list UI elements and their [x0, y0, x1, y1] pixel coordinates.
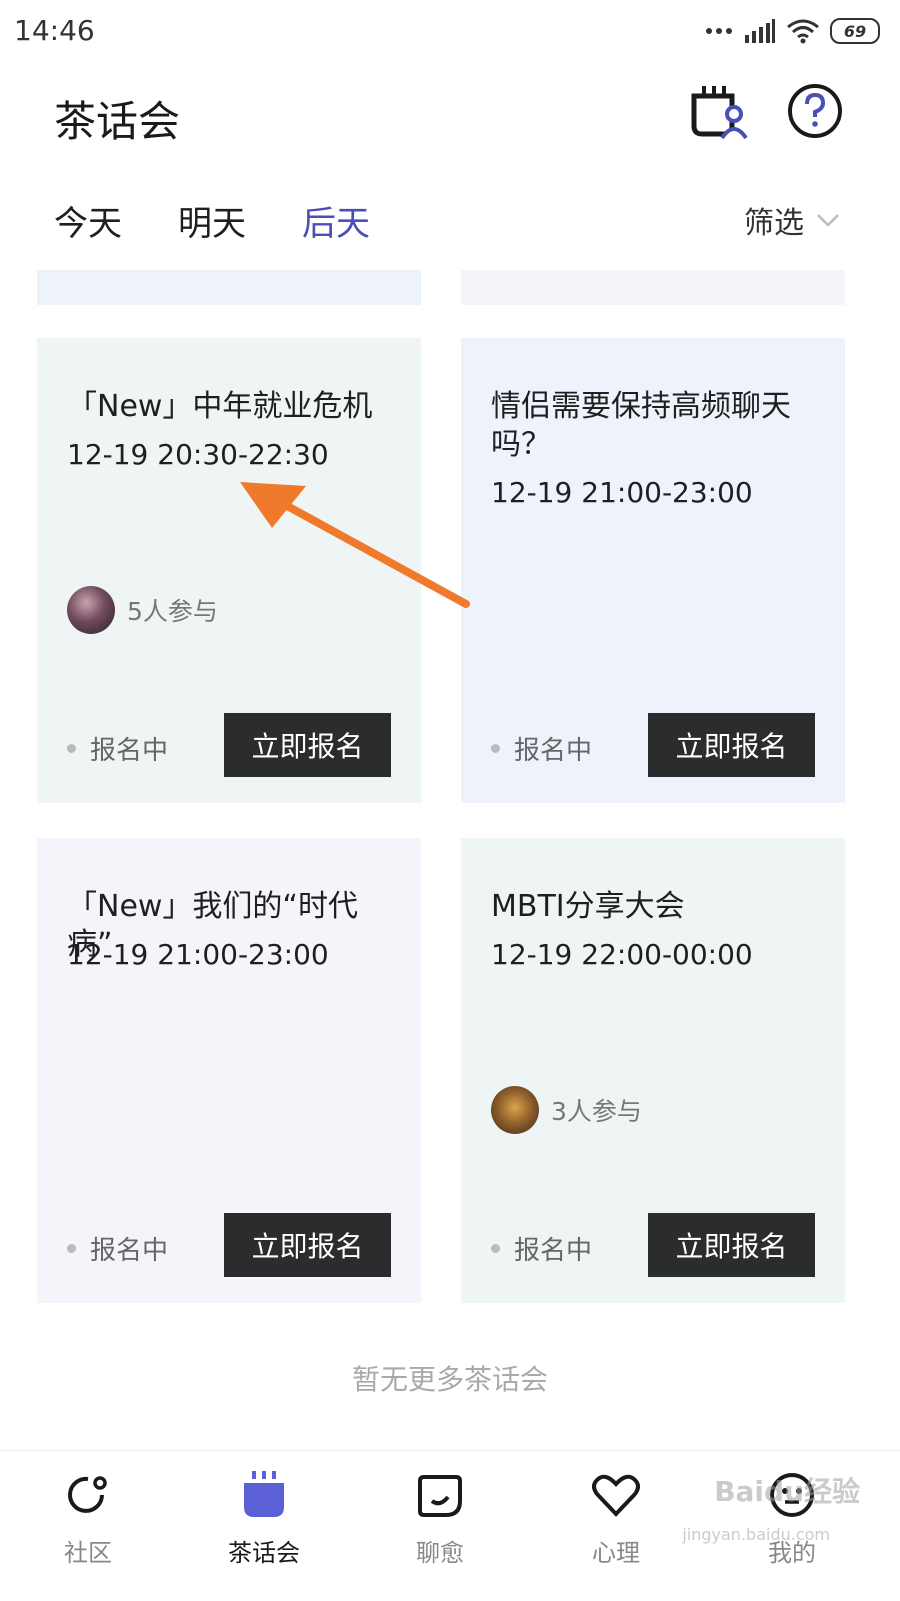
tab-tomorrow[interactable]: 明天 — [178, 196, 246, 245]
status: 报名中 — [67, 1230, 168, 1267]
annotation-arrow-icon — [240, 482, 470, 608]
status-dot — [491, 744, 500, 753]
community-icon — [68, 1476, 107, 1513]
card-time: 12-19 21:00-23:00 — [67, 938, 329, 971]
status-dot — [67, 744, 76, 753]
chevron-down-icon — [817, 214, 839, 227]
avatar — [491, 1086, 539, 1134]
card-title: 「New」中年就业危机 — [67, 389, 373, 424]
nav-community[interactable]: 社区 — [33, 1463, 143, 1568]
tab-today[interactable]: 今天 — [54, 196, 122, 245]
status: 报名中 — [491, 1230, 592, 1267]
status: 报名中 — [67, 730, 168, 767]
page-title: 茶话会 — [54, 97, 181, 146]
filter-button[interactable]: 筛选 — [744, 198, 840, 242]
card-time: 12-19 20:30-22:30 — [67, 438, 329, 471]
wifi-icon — [787, 19, 819, 44]
join-button[interactable]: 立即报名 — [224, 1213, 391, 1277]
watermark: Baidu经验 — [714, 1475, 860, 1508]
chat-bubble-icon — [418, 1475, 462, 1517]
status: 报名中 — [491, 730, 592, 767]
status-icons: 69 — [704, 16, 880, 46]
signal-icon — [745, 19, 775, 43]
join-button[interactable]: 立即报名 — [648, 1213, 815, 1277]
no-more-text: 暂无更多茶话会 — [351, 1363, 548, 1396]
status-dot — [67, 1244, 76, 1253]
participants: 5人参与 — [67, 586, 218, 634]
participants-count: 3人参与 — [551, 1097, 642, 1126]
tea-party-card[interactable]: MBTI分享大会 12-19 22:00-00:00 3人参与 报名中 立即报名 — [461, 838, 845, 1303]
watermark-url: jingyan.baidu.com — [682, 1525, 830, 1544]
nav-tea-party[interactable]: 茶话会 — [209, 1463, 319, 1568]
participants: 3人参与 — [491, 1086, 642, 1134]
card-title: 情侣需要保持高频聊天吗？ — [491, 389, 791, 462]
status-text: 报名中 — [90, 736, 169, 766]
card-time: 12-19 21:00-23:00 — [491, 476, 753, 509]
participants-count: 5人参与 — [127, 597, 218, 626]
filter-label: 筛选 — [744, 206, 804, 241]
avatar — [67, 586, 115, 634]
join-button[interactable]: 立即报名 — [224, 713, 391, 777]
tea-party-card[interactable]: 「New」我们的“时代病” 12-19 21:00-23:00 报名中 立即报名 — [37, 838, 421, 1303]
join-button[interactable]: 立即报名 — [648, 713, 815, 777]
status-dot — [491, 1244, 500, 1253]
tea-party-card[interactable]: 情侣需要保持高频聊天吗？ 12-19 21:00-23:00 报名中 立即报名 — [461, 338, 845, 803]
nav-psychology[interactable]: 心理 — [561, 1463, 671, 1568]
status-text: 报名中 — [514, 1236, 593, 1266]
status-text: 报名中 — [514, 736, 593, 766]
card-time: 12-19 22:00-00:00 — [491, 938, 753, 971]
question-icon — [788, 84, 842, 138]
tea-cup-icon — [244, 1471, 284, 1517]
tea-host-button[interactable] — [688, 82, 748, 142]
card-partial-right — [461, 270, 845, 305]
battery-level: 69 — [843, 21, 867, 41]
card-title: MBTI分享大会 — [491, 889, 685, 924]
help-button[interactable] — [786, 82, 846, 142]
nav-label: 聊愈 — [416, 1539, 464, 1567]
card-partial-left — [37, 270, 421, 305]
tea-party-list[interactable]: 「New」中年就业危机 12-19 20:30-22:30 5人参与 报名中 立… — [0, 270, 900, 1448]
status-time: 14:46 — [14, 14, 95, 47]
more-dots-icon — [706, 28, 732, 34]
nav-label: 心理 — [592, 1539, 640, 1567]
tea-cup-user-icon — [691, 86, 748, 140]
nav-chat-heal[interactable]: 聊愈 — [385, 1463, 495, 1568]
battery-indicator: 69 — [830, 18, 880, 44]
heart-icon — [592, 1474, 640, 1517]
nav-label: 社区 — [64, 1539, 112, 1567]
status-text: 报名中 — [90, 1236, 169, 1266]
tab-day-after-tomorrow[interactable]: 后天 — [302, 196, 370, 245]
nav-label: 茶话会 — [228, 1539, 300, 1567]
